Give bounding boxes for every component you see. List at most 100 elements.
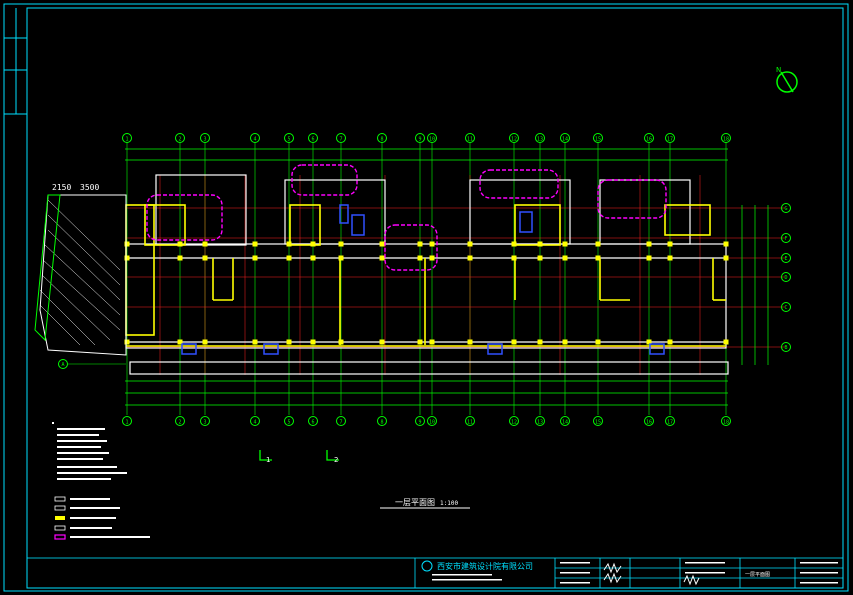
section-mark-2: 2 xyxy=(334,456,338,464)
axis-label-bottom: 2 xyxy=(178,420,181,426)
axis-label-top: 16 xyxy=(646,137,652,143)
column xyxy=(252,241,258,247)
axis-label-bottom: 7 xyxy=(339,420,342,426)
column xyxy=(537,241,543,247)
column xyxy=(310,339,316,345)
plan-title: 一层平面图 xyxy=(395,498,435,507)
axis-label-top: 15 xyxy=(595,137,601,143)
axis-label-right: C xyxy=(784,305,787,311)
column xyxy=(202,339,208,345)
axis-label-top: 4 xyxy=(253,137,256,143)
column xyxy=(537,339,543,345)
column xyxy=(646,255,652,261)
axis-label-top: 6 xyxy=(311,137,314,143)
axis-label-bottom: 4 xyxy=(253,420,256,426)
column xyxy=(646,241,652,247)
axis-label-bottom: 18 xyxy=(723,420,729,426)
column xyxy=(667,241,673,247)
column xyxy=(511,241,517,247)
column xyxy=(511,255,517,261)
column xyxy=(379,241,385,247)
axis-label-top: 8 xyxy=(380,137,383,143)
column xyxy=(595,255,601,261)
axis-label-bottom: 12 xyxy=(511,420,517,426)
column xyxy=(379,255,385,261)
column xyxy=(723,339,729,345)
section-mark-1: 1 xyxy=(266,456,270,464)
column xyxy=(417,255,423,261)
axis-label-bottom: 17 xyxy=(667,420,673,426)
axis-label-top: 11 xyxy=(467,137,473,143)
axis-label-right: D xyxy=(784,275,787,281)
left-ramp xyxy=(34,194,127,356)
column xyxy=(124,241,130,247)
column xyxy=(537,255,543,261)
dimension-text-2: 3500 xyxy=(80,183,99,192)
column xyxy=(177,255,183,261)
axis-label-top: 18 xyxy=(723,137,729,143)
column xyxy=(667,255,673,261)
column xyxy=(562,339,568,345)
axis-label-top: 12 xyxy=(511,137,517,143)
axis-label-top: 7 xyxy=(339,137,342,143)
column xyxy=(562,255,568,261)
column xyxy=(252,255,258,261)
axis-label-bottom: 9 xyxy=(418,420,421,426)
notes xyxy=(52,422,127,480)
axis-label-right: F xyxy=(784,236,787,242)
axis-label-bottom: 11 xyxy=(467,420,473,426)
column xyxy=(124,339,130,345)
axis-label-right: E xyxy=(784,256,787,262)
column xyxy=(562,241,568,247)
axis-label-bottom: 14 xyxy=(562,420,568,426)
column xyxy=(286,255,292,261)
walls xyxy=(125,174,729,375)
axis-label-top: 5 xyxy=(287,137,290,143)
column xyxy=(310,255,316,261)
axis-label-bottom: 16 xyxy=(646,420,652,426)
sheet-name: 一层平面图 xyxy=(745,572,770,578)
axis-label-bottom: 3 xyxy=(203,420,206,426)
windows xyxy=(181,204,665,355)
column xyxy=(723,241,729,247)
svg-text:N: N xyxy=(776,66,781,74)
north-arrow-icon: N xyxy=(776,66,798,93)
column xyxy=(202,241,208,247)
column xyxy=(417,241,423,247)
column xyxy=(286,339,292,345)
revision-clouds xyxy=(146,164,667,271)
axis-label-right: G xyxy=(784,206,787,212)
company-name: 西安市建筑设计院有限公司 xyxy=(437,561,533,571)
column xyxy=(252,339,258,345)
axis-label-bottom: 15 xyxy=(595,420,601,426)
column xyxy=(723,255,729,261)
column xyxy=(429,241,435,247)
yellow-partitions xyxy=(125,204,726,347)
column xyxy=(286,241,292,247)
column xyxy=(429,255,435,261)
axis-label-top: 14 xyxy=(562,137,568,143)
column xyxy=(595,241,601,247)
column xyxy=(511,339,517,345)
axis-label-right: B xyxy=(784,345,787,351)
column xyxy=(338,255,344,261)
dimension-text-1: 2150 xyxy=(52,183,71,192)
column xyxy=(467,241,473,247)
column xyxy=(202,255,208,261)
column xyxy=(338,339,344,345)
axis-label-top: 2 xyxy=(178,137,181,143)
axis-label-bottom: 6 xyxy=(311,420,314,426)
column xyxy=(177,241,183,247)
company-logo-icon xyxy=(421,560,433,572)
axis-label-top: 17 xyxy=(667,137,673,143)
axis-label-left: A xyxy=(61,362,64,368)
axis-label-bottom: 10 xyxy=(429,420,435,426)
section-marks xyxy=(259,450,339,461)
plan-scale: 1:100 xyxy=(440,500,458,507)
columns xyxy=(124,241,729,345)
column xyxy=(467,339,473,345)
axis-label-bottom: 1 xyxy=(125,420,128,426)
column xyxy=(595,339,601,345)
cad-drawing: N 11223344556677889910101111121213131414… xyxy=(3,3,849,592)
column xyxy=(379,339,385,345)
